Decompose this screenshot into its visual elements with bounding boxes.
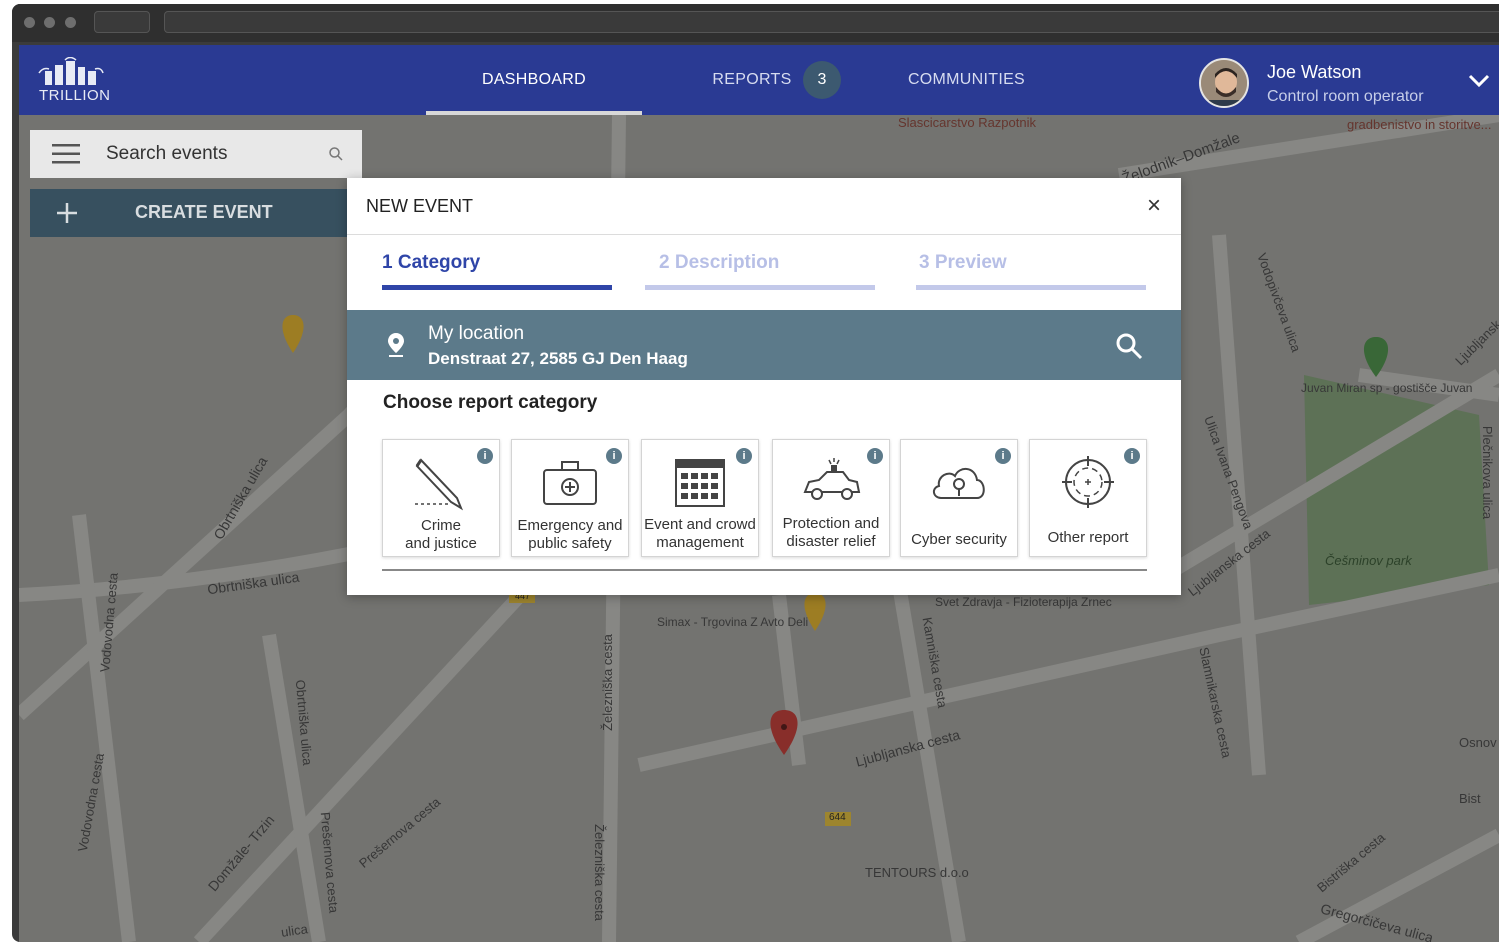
category-label: Emergency and [517,517,623,534]
top-navigation-bar: TRILLION DASHBOARD REPORTS 3 COMMUNITIES… [19,45,1499,116]
reports-count-badge: 3 [803,61,841,99]
first-aid-kit-icon [543,461,597,505]
close-icon[interactable]: × [1147,192,1161,220]
category-label: Event and crowd [644,516,756,533]
info-icon[interactable]: i [606,448,622,464]
user-avatar[interactable] [1199,58,1249,108]
police-car-icon [803,458,861,500]
location-address: Denstraat 27, 2585 GJ Den Haag [428,349,688,368]
browser-tab-button[interactable] [94,11,150,33]
location-title: My location [428,323,525,344]
step-progress-bar [382,285,612,290]
window-minimize-dot[interactable] [44,17,55,28]
step-progress-bar [645,285,875,290]
user-role: Control room operator [1267,88,1424,105]
step-tab-category[interactable]: 1 Category [382,252,480,274]
info-icon[interactable]: i [736,448,752,464]
category-label: management [656,534,744,551]
category-label: public safety [528,535,612,552]
category-label: Protection and [782,515,880,532]
category-card-emergency[interactable]: i Emergency and public safety [511,439,629,557]
info-icon[interactable]: i [867,448,883,464]
nav-tab-communities[interactable]: COMMUNITIES [889,45,1044,115]
category-label: Crime [421,517,461,534]
category-label: and justice [405,535,477,552]
chevron-down-icon[interactable] [1467,69,1491,93]
category-card-crime[interactable]: i Crime and justice [382,439,500,557]
location-search-icon[interactable] [1115,332,1143,360]
category-label: Cyber security [911,531,1007,548]
create-event-button[interactable]: CREATE EVENT [30,189,362,237]
logo-icon [38,56,104,85]
category-card-cyber[interactable]: i Cyber security [900,439,1018,557]
hamburger-menu-icon[interactable] [52,143,82,165]
logo-text: TRILLION [39,87,111,104]
avatar-portrait-icon [1201,60,1247,106]
choose-category-heading: Choose report category [383,392,598,413]
category-card-other[interactable]: i Other report [1029,439,1147,557]
create-event-label: CREATE EVENT [135,202,273,222]
nav-tab-reports[interactable]: REPORTS [687,45,817,115]
info-icon[interactable]: i [995,448,1011,464]
step-tab-preview[interactable]: 3 Preview [919,252,1007,274]
modal-title: NEW EVENT [366,196,474,216]
user-name: Joe Watson [1267,62,1362,82]
info-icon[interactable]: i [1124,448,1140,464]
category-card-event-crowd[interactable]: i Event and crowd management [641,439,759,557]
calendar-icon [675,459,725,507]
browser-address-bar[interactable] [164,11,1499,33]
cloud-lock-icon [933,468,985,499]
window-close-dot[interactable] [24,17,35,28]
location-pin-icon [388,333,404,357]
modal-divider [347,234,1181,235]
location-bar[interactable]: My location Denstraat 27, 2585 GJ Den Ha… [347,310,1181,380]
search-icon[interactable] [328,146,344,162]
search-input[interactable]: Search events [106,143,227,165]
window-maximize-dot[interactable] [65,17,76,28]
crosshair-icon [1062,456,1114,508]
search-events-bar[interactable]: Search events [30,130,362,178]
step-progress-bar [916,285,1146,290]
info-icon[interactable]: i [477,448,493,464]
category-card-protection[interactable]: i Protection and disaster relief [772,439,890,557]
modal-bottom-divider [382,569,1147,571]
category-label: Other report [1047,529,1129,546]
trillion-logo[interactable]: TRILLION [37,56,117,104]
browser-chrome [12,4,1499,42]
new-event-modal: NEW EVENT × 1 Category 2 Description 3 P… [347,178,1181,595]
plus-icon [57,203,77,223]
knife-icon [415,458,464,511]
step-tab-description[interactable]: 2 Description [659,252,779,274]
category-label: disaster relief [786,533,876,550]
nav-tab-dashboard[interactable]: DASHBOARD [426,45,642,115]
